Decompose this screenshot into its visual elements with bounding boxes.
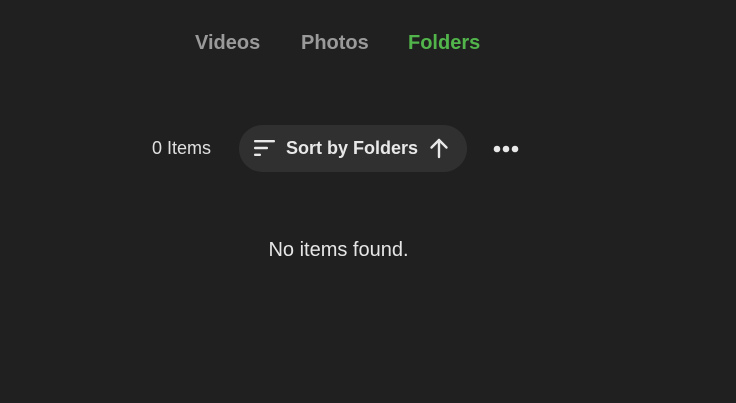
empty-state-message: No items found. (268, 239, 409, 261)
tab-videos[interactable]: Videos (195, 28, 260, 58)
tab-folders[interactable]: Folders (408, 28, 480, 58)
arrow-up-icon (428, 137, 450, 159)
sort-button[interactable]: Sort by Folders (239, 125, 467, 172)
library-tabs: Videos Photos Folders (0, 28, 736, 58)
sort-lines-icon (254, 139, 276, 157)
more-horizontal-icon (493, 140, 519, 158)
item-count: 0 Items (152, 138, 212, 158)
tab-photos[interactable]: Photos (301, 28, 369, 58)
more-options-button[interactable] (490, 133, 522, 165)
library-toolbar: 0 Items Sort by Folders (0, 125, 736, 172)
media-library-page: Videos Photos Folders 0 Items Sort by Fo… (0, 0, 736, 403)
sort-label: Sort by Folders (286, 138, 419, 158)
